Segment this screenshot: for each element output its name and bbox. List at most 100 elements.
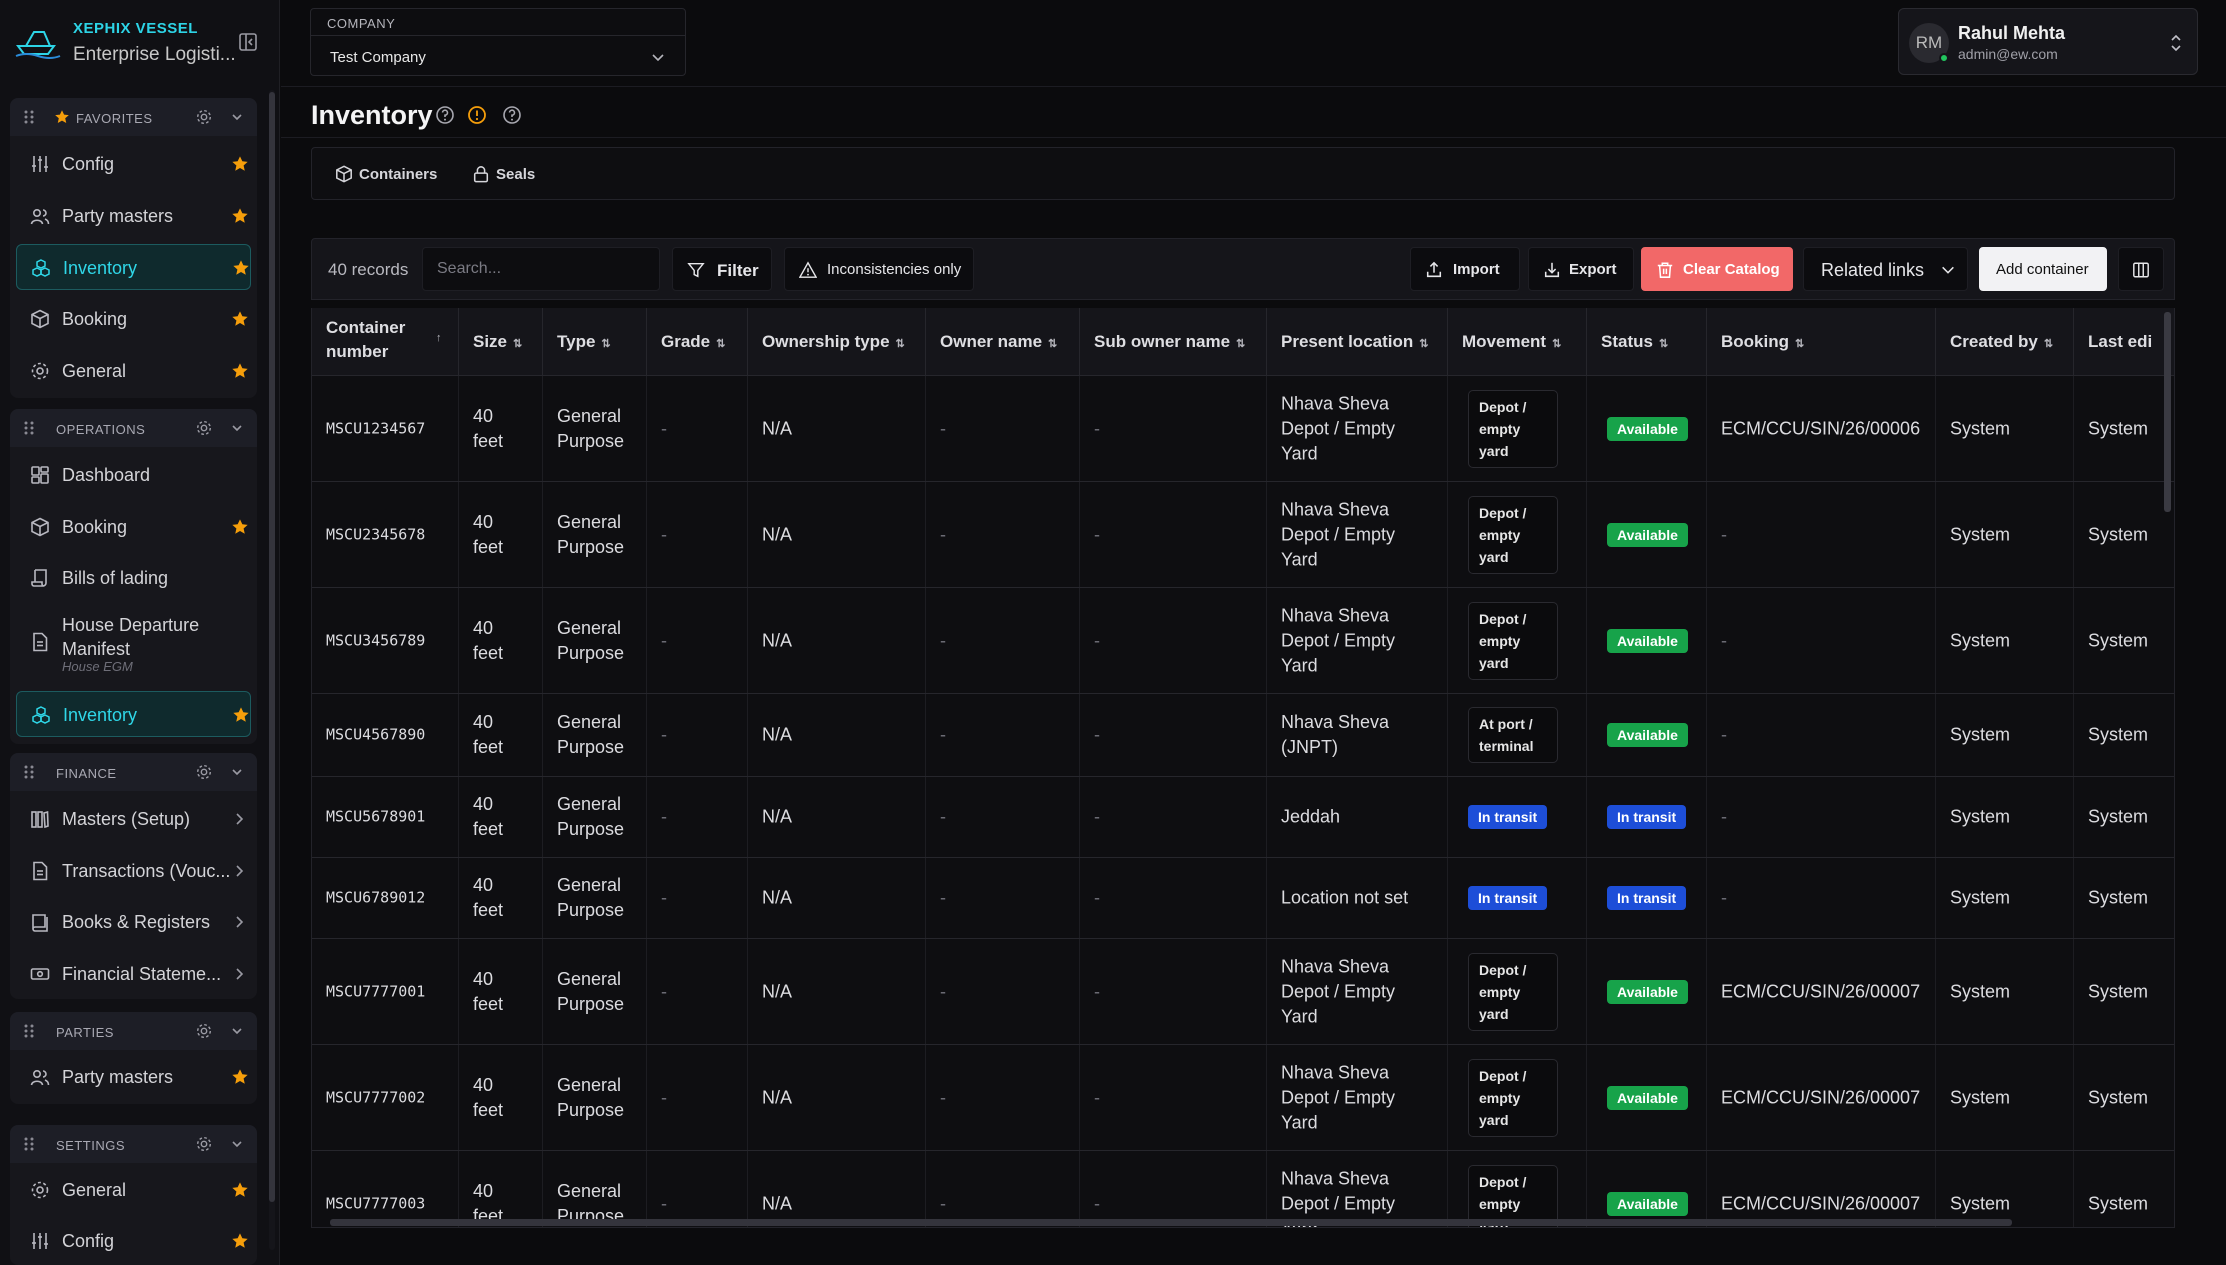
sidebar-item-party-masters[interactable]: Party masters [16, 193, 251, 239]
sidebar-collapse-icon[interactable] [238, 32, 258, 52]
chevron-down-icon[interactable] [230, 421, 244, 435]
sidebar-item-config[interactable]: Config [16, 141, 251, 187]
gear-icon[interactable] [195, 108, 213, 126]
sidebar-item-config[interactable]: Config [16, 1218, 251, 1264]
finance-header[interactable]: FINANCE [10, 753, 257, 791]
col-status[interactable]: Status ⇅ [1587, 308, 1707, 376]
table-row[interactable]: MSCU7777001 40 feet General Purpose - N/A - - N… [312, 939, 2174, 1045]
star-icon[interactable] [231, 1068, 249, 1086]
chevron-down-icon[interactable] [649, 48, 667, 66]
drag-handle-icon[interactable] [23, 764, 35, 780]
star-icon[interactable] [231, 1181, 249, 1199]
user-menu[interactable]: RM Rahul Mehta admin@ew.com [1898, 8, 2198, 75]
sort-icon[interactable]: ⇅ [1795, 337, 1804, 350]
chevron-right-icon[interactable] [233, 915, 245, 929]
company-selector[interactable]: COMPANY Test Company [310, 8, 686, 76]
sort-icon[interactable]: ⇅ [601, 337, 610, 350]
table-row[interactable]: MSCU7777002 40 feet General Purpose - N/A - - N… [312, 1045, 2174, 1151]
sidebar-item-house-departure-manifest[interactable]: House Departure Manifest House EGM [16, 607, 251, 677]
parties-header[interactable]: PARTIES [10, 1012, 257, 1050]
chevron-down-icon[interactable] [230, 765, 244, 779]
clear-catalog-button[interactable]: Clear Catalog [1641, 247, 1793, 291]
sidebar-item-financial-statements[interactable]: Financial Stateme... [16, 951, 251, 997]
gear-icon[interactable] [195, 419, 213, 437]
table-row[interactable]: MSCU7777003 40 feet General Purpose - N/A - - N… [312, 1151, 2174, 1227]
sidebar-scrollbar-thumb[interactable] [269, 92, 275, 1202]
table-vertical-scrollbar[interactable] [2164, 312, 2171, 512]
col-sub-owner-name[interactable]: Sub owner name ⇅ [1080, 308, 1267, 376]
chevron-right-icon[interactable] [233, 967, 245, 981]
sidebar-item-inventory[interactable]: Inventory [16, 691, 251, 737]
table-row[interactable]: MSCU5678901 40 feet General Purpose - N/A - - J… [312, 777, 2174, 858]
sidebar-item-masters-setup[interactable]: Masters (Setup) [16, 796, 251, 842]
table-row[interactable]: MSCU3456789 40 feet General Purpose - N/A - - N… [312, 588, 2174, 694]
sidebar-item-bills-of-lading[interactable]: Bills of lading [16, 555, 251, 601]
sort-icon[interactable]: ⇅ [1048, 337, 1057, 350]
export-button[interactable]: Export [1528, 247, 1634, 291]
gear-icon[interactable] [195, 763, 213, 781]
star-icon[interactable] [231, 1232, 249, 1250]
add-container-button[interactable]: Add container [1979, 247, 2107, 291]
sidebar-item-general[interactable]: General [16, 1167, 251, 1213]
drag-handle-icon[interactable] [23, 109, 35, 125]
col-present-location[interactable]: Present location ⇅ [1267, 308, 1448, 376]
col-movement[interactable]: Movement ⇅ [1448, 308, 1587, 376]
sort-icon[interactable]: ⇅ [1659, 337, 1668, 350]
filter-button[interactable]: Filter [672, 247, 772, 291]
tab-containers[interactable]: Containers [335, 165, 445, 185]
sidebar-item-inventory[interactable]: Inventory [16, 244, 251, 290]
sort-icon[interactable]: ⇅ [513, 337, 522, 350]
help-circle-icon[interactable] [435, 105, 455, 125]
sidebar-item-books-registers[interactable]: Books & Registers [16, 899, 251, 945]
sort-asc-icon[interactable]: ↑ [436, 332, 442, 344]
drag-handle-icon[interactable] [23, 1136, 35, 1152]
operations-header[interactable]: OPERATIONS [10, 409, 257, 447]
gear-icon[interactable] [195, 1135, 213, 1153]
chevron-down-icon[interactable] [230, 110, 244, 124]
star-icon[interactable] [231, 518, 249, 536]
col-container-number[interactable]: Container number ↑ [312, 308, 459, 376]
sidebar-item-general[interactable]: General [16, 348, 251, 394]
table-horizontal-scrollbar[interactable] [330, 1219, 2012, 1226]
import-button[interactable]: Import [1410, 247, 1520, 291]
sidebar-item-party-masters[interactable]: Party masters [16, 1054, 251, 1100]
sort-icon[interactable]: ⇅ [896, 337, 905, 350]
table-row[interactable]: MSCU4567890 40 feet General Purpose - N/A - - N… [312, 694, 2174, 777]
sidebar-item-transactions[interactable]: Transactions (Vouc... [16, 848, 251, 894]
col-ownership-type[interactable]: Ownership type ⇅ [748, 308, 926, 376]
inconsistencies-toggle[interactable]: Inconsistencies only [784, 247, 974, 291]
related-links-dropdown[interactable]: Related links [1803, 247, 1968, 291]
drag-handle-icon[interactable] [23, 420, 35, 436]
col-last-edited[interactable]: Last edi [2074, 308, 2174, 376]
chevrons-up-down-icon[interactable] [2169, 33, 2183, 53]
chevron-right-icon[interactable] [233, 812, 245, 826]
settings-header[interactable]: SETTINGS [10, 1125, 257, 1163]
chevron-down-icon[interactable] [230, 1137, 244, 1151]
sort-icon[interactable]: ⇅ [1236, 337, 1245, 350]
alert-circle-icon[interactable] [467, 105, 487, 125]
sort-icon[interactable]: ⇅ [1419, 337, 1428, 350]
tab-seals[interactable]: Seals [472, 165, 552, 185]
sidebar-item-dashboard[interactable]: Dashboard [16, 452, 251, 498]
help-circle-icon[interactable] [502, 105, 522, 125]
table-row[interactable]: MSCU6789012 40 feet General Purpose - N/A - - L… [312, 858, 2174, 939]
sort-icon[interactable]: ⇅ [716, 337, 725, 350]
table-row[interactable]: MSCU2345678 40 feet General Purpose - N/A - - N… [312, 482, 2174, 588]
drag-handle-icon[interactable] [23, 1023, 35, 1039]
table-row[interactable]: MSCU1234567 40 feet General Purpose - N/A - - N… [312, 376, 2174, 482]
sort-icon[interactable]: ⇅ [1552, 337, 1561, 350]
favorites-header[interactable]: FAVORITES [10, 98, 257, 136]
star-icon[interactable] [232, 259, 250, 277]
sort-icon[interactable]: ⇅ [2044, 337, 2053, 350]
col-grade[interactable]: Grade ⇅ [647, 308, 748, 376]
star-icon[interactable] [231, 207, 249, 225]
sidebar-item-booking[interactable]: Booking [16, 504, 251, 550]
col-owner-name[interactable]: Owner name ⇅ [926, 308, 1080, 376]
company-select[interactable]: Test Company [311, 35, 685, 76]
columns-toggle-button[interactable] [2118, 247, 2164, 291]
star-icon[interactable] [231, 155, 249, 173]
star-icon[interactable] [232, 706, 250, 724]
col-type[interactable]: Type ⇅ [543, 308, 647, 376]
chevron-down-icon[interactable] [230, 1024, 244, 1038]
gear-icon[interactable] [195, 1022, 213, 1040]
